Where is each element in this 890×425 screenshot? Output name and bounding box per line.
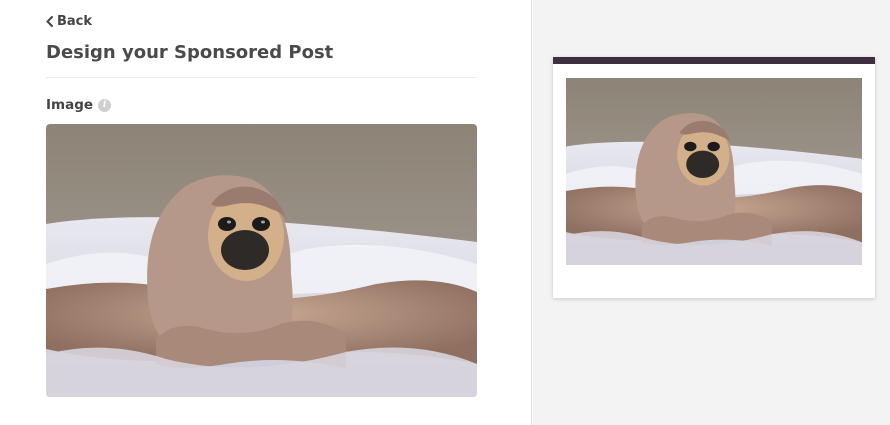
divider (46, 77, 477, 78)
info-icon[interactable]: i (98, 98, 112, 112)
editor-panel: Back Design your Sponsored Post Image i (0, 0, 532, 425)
back-label: Back (57, 14, 93, 29)
image-label-text: Image (46, 97, 94, 113)
preview-accent-bar (553, 57, 875, 64)
page-title: Design your Sponsored Post (46, 42, 334, 63)
image-upload-field[interactable] (46, 124, 477, 397)
chevron-left-icon (46, 16, 53, 27)
preview-panel (533, 0, 890, 425)
pug-photo-preview (566, 78, 862, 265)
preview-image (566, 78, 862, 265)
sponsored-post-preview-card (553, 57, 875, 298)
image-field-label: Image i (46, 97, 112, 113)
back-link[interactable]: Back (46, 14, 92, 29)
pug-photo (46, 124, 477, 397)
